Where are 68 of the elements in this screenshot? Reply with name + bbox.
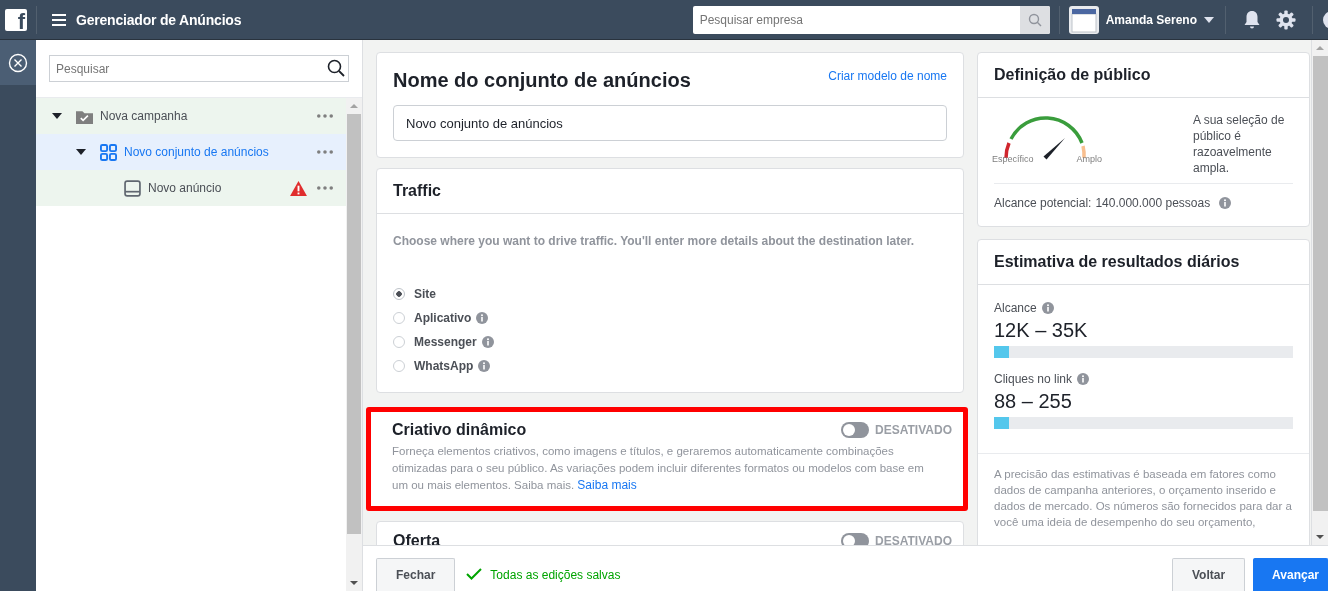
toggle-switch[interactable] [841,422,870,438]
toggle-status: DESATIVADO [875,534,952,545]
logo[interactable]: f [5,8,27,31]
toggle-status: DESATIVADO [875,423,952,437]
radio-label[interactable]: Aplicativo [414,311,472,325]
close-button[interactable]: Fechar [376,558,456,591]
name-template-link[interactable]: Criar modelo de nome [828,69,947,83]
info-icon[interactable] [478,360,491,372]
app-title: Gerenciador de Anúncios [76,11,242,28]
save-status: Todas as edições salvas [490,568,621,582]
name-field[interactable]: Novo conjunto de anúncios [393,105,947,141]
reach-label: Alcance potencial: [994,196,1092,210]
close-icon[interactable] [8,52,28,73]
description: Forneça elementos criativos, como imagens e títulos, e geraremos automaticamente combinações otimizadas para o seu público. As variações podem incluir diferentes formatos ou modelos com base em um ou mais elementos. Saiba mais. Saiba mais [392,444,925,494]
metric-value: 88 – 255 [994,390,1073,413]
learn-more-link[interactable]: Saiba mais [577,478,637,492]
search-icon [1027,12,1042,27]
search-button[interactable] [1019,5,1050,34]
tree-item[interactable]: Nova campanha [36,98,346,134]
caret-icon[interactable] [52,113,62,119]
menu-icon[interactable] [52,13,66,26]
caret-icon[interactable] [76,149,86,155]
estimate-note: A precisão das estimativas é baseada em fatores como dados de campanha anteriores, o orçamento inserido e dados de mercado. Os números são fornecidos para dar a você uma ideia de desempenho do seu orçamento, [993,467,1293,530]
tree-item[interactable]: Novo anúncio [36,170,346,206]
caret-icon[interactable] [1204,16,1214,23]
info-icon[interactable] [476,312,489,324]
settings-icon[interactable] [1276,9,1296,30]
info-icon[interactable] [1219,197,1232,209]
tree-item-label: Novo anúncio [148,181,223,195]
tree-item-label: Nova campanha [100,109,189,123]
tablet-icon [124,179,141,197]
grid-icon [100,143,117,161]
search-field[interactable]: Pesquisar [49,55,349,82]
info-icon[interactable] [1041,302,1054,314]
info-icon[interactable] [1077,373,1090,385]
notifications-icon[interactable] [1242,9,1262,30]
tree-item[interactable]: Novo conjunto de anúncios [36,134,346,170]
radio-button[interactable] [393,288,405,300]
account-name[interactable]: Amanda Sereno [1105,12,1197,27]
more-icon[interactable] [317,150,333,154]
section-title: Definição de público [994,66,1151,84]
gauge-max-label: Amplo [1076,154,1102,164]
metric-label: Cliques no link [994,372,1073,386]
check-icon [466,568,483,580]
radio-label[interactable]: WhatsApp [414,359,474,373]
description: Choose where you want to drive traffic. You'll enter more details about the destination later. [393,234,916,248]
more-icon[interactable] [317,186,333,190]
scrollbar[interactable] [1311,40,1328,545]
metric-value: 12K – 35K [994,319,1089,342]
scrollbar[interactable] [346,98,362,591]
info-icon[interactable] [481,336,494,348]
radio-label[interactable]: Messenger [414,335,477,349]
audience-description: A sua seleção de público é razoavelmente ampla. [1193,112,1286,176]
back-button[interactable]: Voltar [1171,558,1246,591]
section-title: Criativo dinâmico [392,421,527,439]
next-button[interactable]: Avançar [1253,558,1328,591]
account-avatar[interactable] [1068,5,1099,34]
more-icon[interactable] [317,114,333,118]
reach-value: 140.000.000 pessoas [1095,196,1211,210]
metric-label: Alcance [994,301,1037,315]
section-title: Traffic [393,182,441,200]
section-title: Estimativa de resultados diários [994,253,1240,271]
section-title: Nome do conjunto de anúncios [393,69,691,92]
radio-label[interactable]: Site [414,287,436,301]
toggle-switch[interactable] [841,533,870,545]
tree-item-label: Novo conjunto de anúncios [124,145,270,159]
search-icon [327,59,345,77]
gauge-min-label: Específico [992,154,1034,164]
